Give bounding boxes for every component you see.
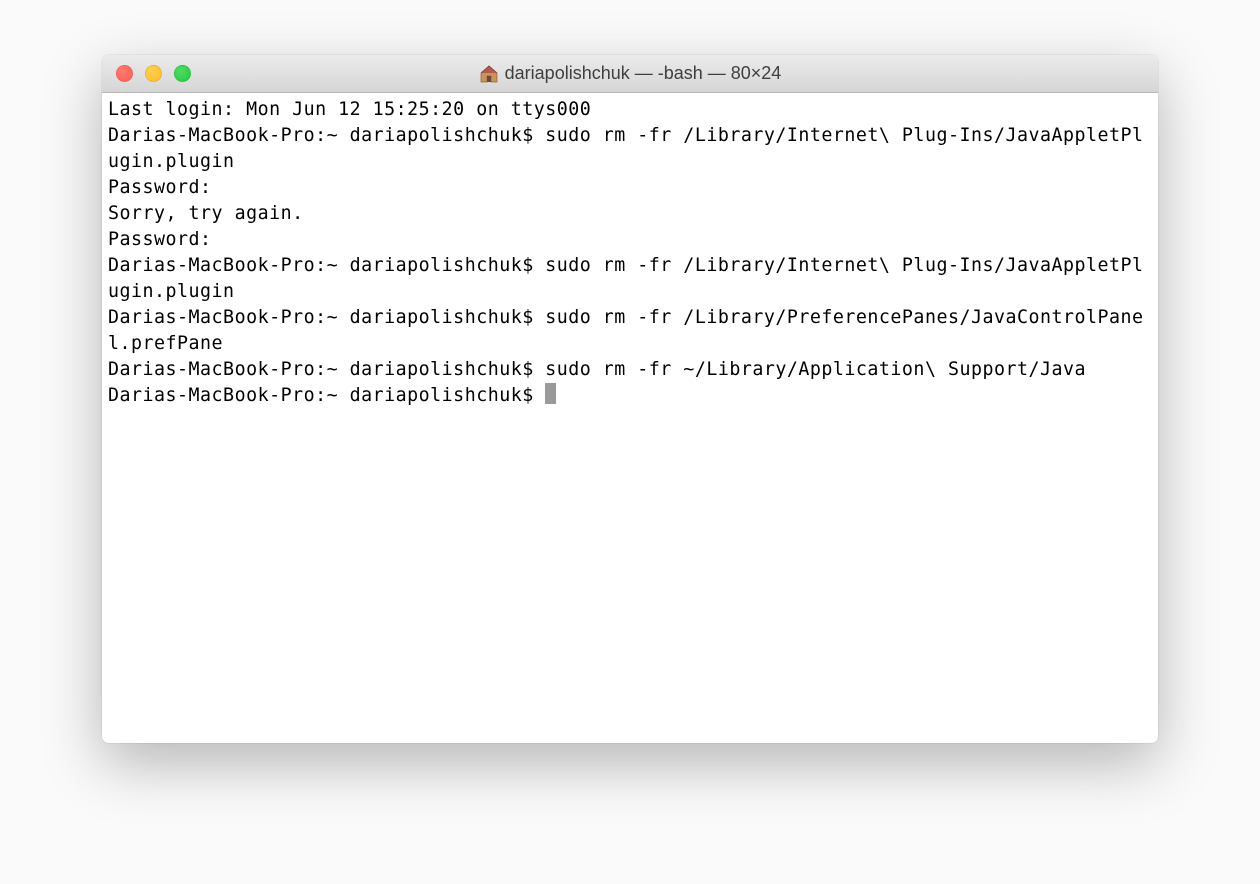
terminal-line: Password: (108, 175, 1152, 201)
terminal-line: Darias-MacBook-Pro:~ dariapolishchuk$ su… (108, 253, 1152, 305)
terminal-line: Last login: Mon Jun 12 15:25:20 on ttys0… (108, 97, 1152, 123)
home-icon (479, 65, 499, 83)
window-controls (102, 65, 191, 82)
title-wrap: dariapolishchuk — -bash — 80×24 (102, 63, 1158, 84)
terminal-line: Darias-MacBook-Pro:~ dariapolishchuk$ su… (108, 305, 1152, 357)
minimize-button[interactable] (145, 65, 162, 82)
terminal-line: Password: (108, 227, 1152, 253)
cursor (545, 383, 556, 404)
maximize-button[interactable] (174, 65, 191, 82)
terminal-prompt-line: Darias-MacBook-Pro:~ dariapolishchuk$ (108, 383, 1152, 409)
terminal-content[interactable]: Last login: Mon Jun 12 15:25:20 on ttys0… (102, 93, 1158, 743)
window-title: dariapolishchuk — -bash — 80×24 (505, 63, 782, 84)
terminal-prompt: Darias-MacBook-Pro:~ dariapolishchuk$ (108, 385, 545, 406)
titlebar[interactable]: dariapolishchuk — -bash — 80×24 (102, 55, 1158, 93)
terminal-line: Sorry, try again. (108, 201, 1152, 227)
terminal-line: Darias-MacBook-Pro:~ dariapolishchuk$ su… (108, 357, 1152, 383)
close-button[interactable] (116, 65, 133, 82)
terminal-window: dariapolishchuk — -bash — 80×24 Last log… (102, 55, 1158, 743)
terminal-line: Darias-MacBook-Pro:~ dariapolishchuk$ su… (108, 123, 1152, 175)
